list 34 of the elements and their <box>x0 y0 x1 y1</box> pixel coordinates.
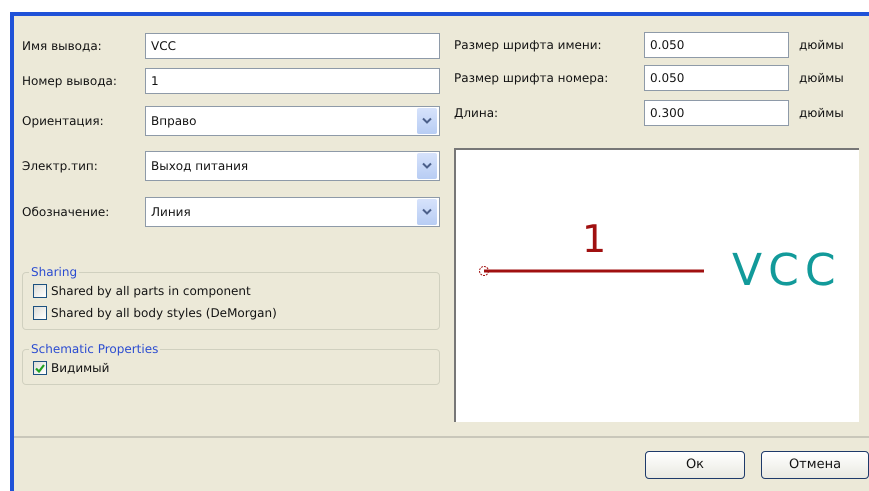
checkbox[interactable] <box>33 284 47 298</box>
text-field[interactable]: 0.050 <box>644 32 789 58</box>
chevron-down-icon[interactable] <box>417 108 437 134</box>
field-label: Размер шрифта имени: <box>454 38 603 52</box>
text-field[interactable]: 0.050 <box>644 64 789 90</box>
unit-label: дюймы <box>799 38 844 52</box>
dropdown[interactable]: Линия <box>145 197 440 227</box>
field-label: Размер шрифта номера: <box>454 70 610 84</box>
dropdown[interactable]: Выход питания <box>145 151 440 181</box>
field-label: Длина: <box>454 106 500 120</box>
field-label: Номер вывода: <box>22 74 118 88</box>
pin-name: VCC <box>732 249 842 293</box>
unit-label: дюймы <box>799 106 844 120</box>
field-label: Ориентация: <box>22 114 105 128</box>
group-title: Sharing <box>30 265 78 279</box>
chevron-down-icon[interactable] <box>417 153 437 179</box>
checkbox[interactable] <box>33 361 47 375</box>
field-label: Электр.тип: <box>22 159 99 173</box>
dropdown[interactable]: Вправо <box>145 106 440 136</box>
group-title: Schematic Properties <box>30 342 160 356</box>
field-label: Обозначение: <box>22 205 110 219</box>
checkbox-label[interactable]: Видимый <box>51 361 110 375</box>
text-field[interactable]: 1 <box>145 68 440 94</box>
checkbox-label[interactable]: Shared by all body styles (DeMorgan) <box>51 306 277 320</box>
chevron-down-icon[interactable] <box>417 199 437 225</box>
unit-label: дюймы <box>799 70 844 84</box>
text-field[interactable]: 0.300 <box>644 100 789 126</box>
checkbox[interactable] <box>33 306 47 320</box>
text-field[interactable]: VCC <box>145 32 440 58</box>
checkbox-label[interactable]: Shared by all parts in component <box>51 284 251 298</box>
field-label: Имя вывода: <box>22 38 103 52</box>
cancel-button[interactable]: Отмена <box>761 450 869 478</box>
ok-button[interactable]: Ок <box>645 450 745 478</box>
pin-number: 1 <box>582 220 606 258</box>
